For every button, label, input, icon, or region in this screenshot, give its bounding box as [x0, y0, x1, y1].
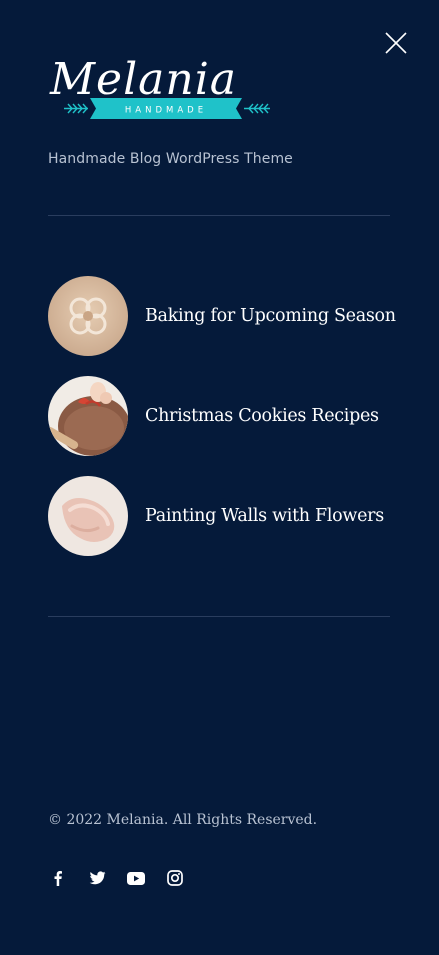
paint-swatch-thumbnail[interactable]: [48, 476, 128, 556]
top-divider: [48, 215, 390, 216]
cookie-cutting-thumbnail[interactable]: [48, 376, 128, 456]
close-button[interactable]: [383, 30, 409, 56]
dough-shape-thumbnail[interactable]: [48, 276, 128, 356]
post-item[interactable]: Baking for Upcoming Season: [48, 276, 408, 356]
post-title[interactable]: Baking for Upcoming Season: [145, 306, 396, 326]
twitter-icon: [89, 870, 105, 884]
facebook-icon: [54, 871, 62, 886]
instagram-link[interactable]: [165, 868, 185, 888]
logo-ribbon-text: HANDMADE: [125, 106, 207, 116]
facebook-link[interactable]: [48, 868, 68, 888]
post-item[interactable]: Christmas Cookies Recipes: [48, 376, 408, 456]
youtube-icon: [127, 871, 145, 885]
copyright-text: © 2022 Melania. All Rights Reserved.: [48, 812, 318, 828]
post-title[interactable]: Christmas Cookies Recipes: [145, 406, 379, 426]
site-logo[interactable]: Melania HANDMADE: [48, 50, 282, 126]
youtube-link[interactable]: [126, 868, 146, 888]
recent-posts-list: Baking for Upcoming Season Christmas Coo…: [48, 276, 408, 576]
instagram-icon: [167, 870, 183, 886]
site-tagline: Handmade Blog WordPress Theme: [48, 151, 293, 167]
close-icon: [385, 32, 407, 54]
post-item[interactable]: Painting Walls with Flowers: [48, 476, 408, 556]
post-title[interactable]: Painting Walls with Flowers: [145, 506, 384, 526]
bottom-divider: [48, 616, 390, 617]
svg-text:Melania: Melania: [49, 54, 237, 105]
social-links: [48, 868, 204, 888]
twitter-link[interactable]: [87, 868, 107, 888]
